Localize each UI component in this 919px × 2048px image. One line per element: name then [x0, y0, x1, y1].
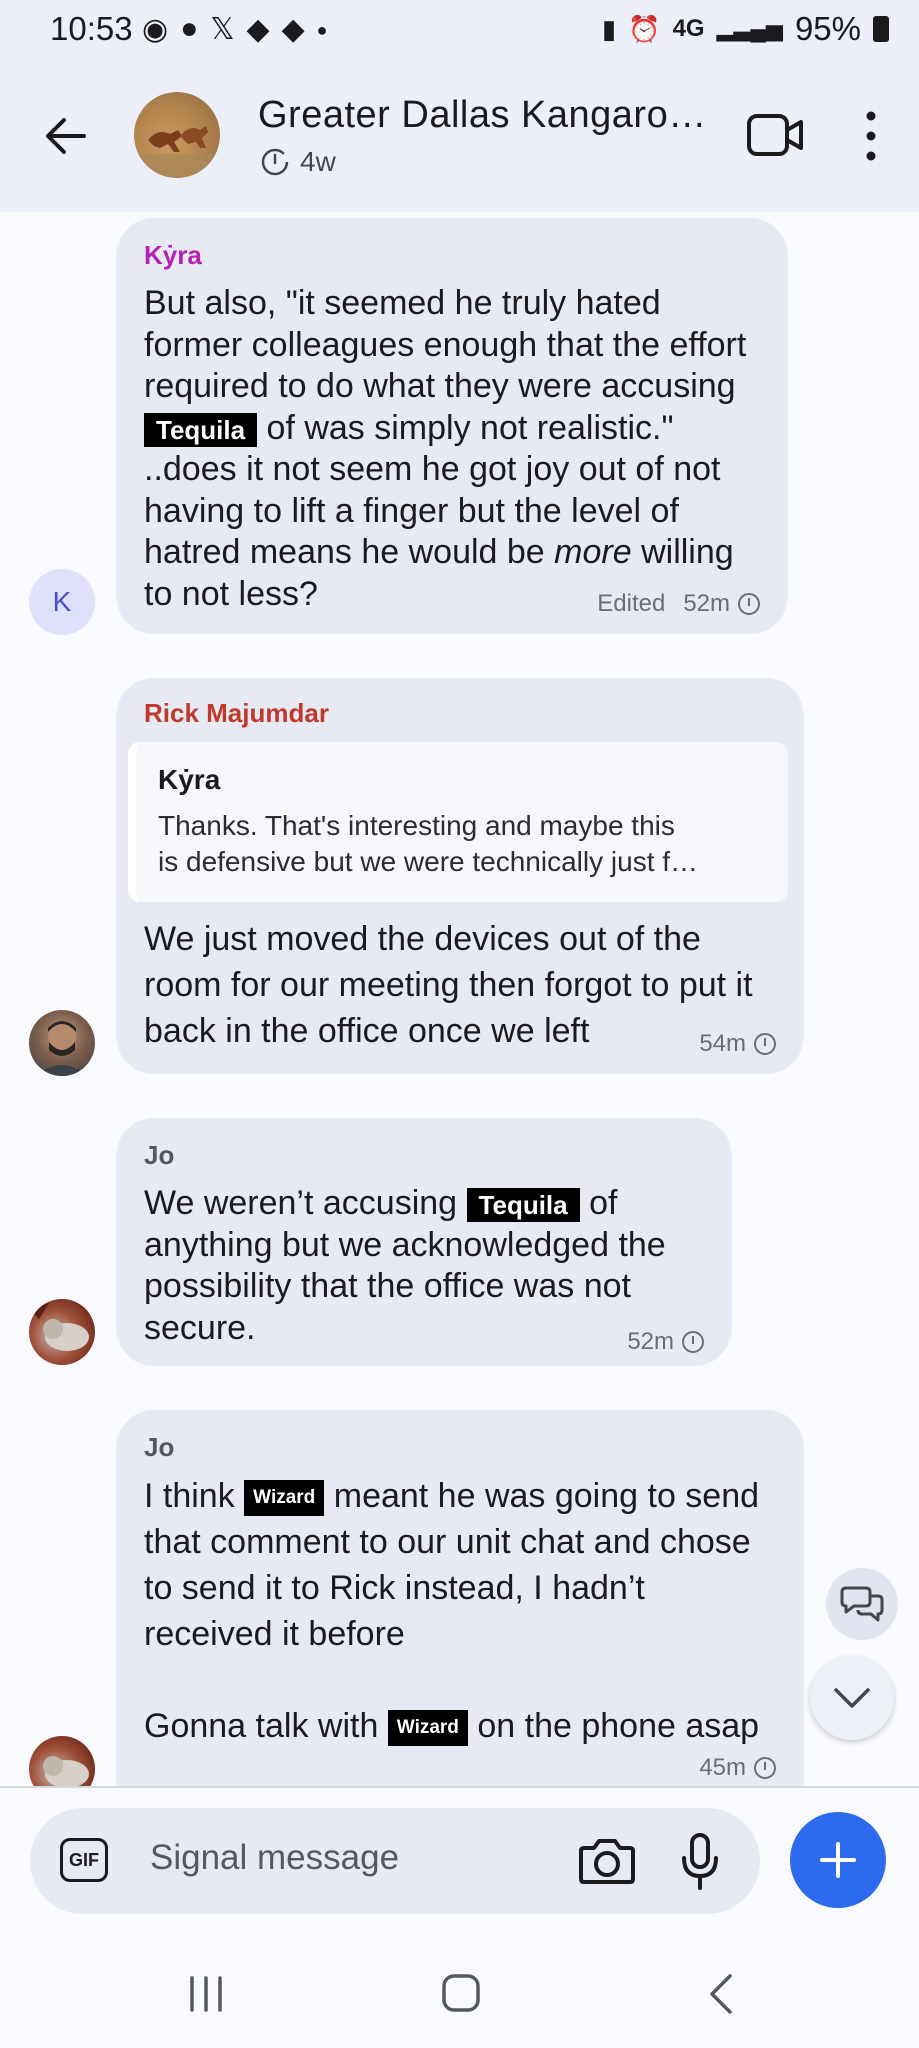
quoted-message[interactable]: Kẏra Thanks. That's interesting and mayb…	[128, 742, 788, 902]
camera-icon[interactable]	[578, 1836, 636, 1886]
notification-icons: ◉ ● 𝕏 ◆ ◆ ●	[142, 12, 328, 48]
back-nav-icon[interactable]	[706, 1972, 736, 2016]
message-text: We just moved the devices out of the roo…	[144, 920, 753, 1050]
message-meta: 54m	[699, 1030, 776, 1058]
battery-percent: 95%	[794, 10, 861, 47]
message-time: 52m	[683, 590, 730, 617]
conversation-title[interactable]: Greater Dallas Kangaro…	[258, 94, 707, 137]
vibrate-icon: ▮	[601, 13, 617, 44]
message-meta: Edited 52m	[597, 590, 760, 618]
avatar-jo[interactable]	[29, 1299, 95, 1365]
signal-app-icon: ◉	[142, 13, 169, 46]
message-bubble-kyra[interactable]: Kẏra But also, "it seemed he truly hated…	[116, 218, 788, 634]
sender-name: Kẏra	[144, 240, 202, 270]
chat-bubbles-icon	[840, 1586, 884, 1622]
message-composer[interactable]: GIF Signal message	[30, 1808, 760, 1914]
attach-plus-button[interactable]	[790, 1812, 886, 1908]
redacted-name: Wizard	[244, 1480, 325, 1517]
disappearing-timer-icon	[754, 1757, 776, 1779]
alarm-icon: ⏰	[628, 13, 661, 44]
message-meta: 45m	[699, 1754, 776, 1782]
chevron-down-icon	[834, 1688, 870, 1708]
status-right: ▮ ⏰ 4G ▂▃▄▅ 95%	[602, 10, 889, 48]
disappearing-timer-icon	[754, 1033, 776, 1055]
plus-icon	[820, 1842, 856, 1878]
x-icon: 𝕏	[210, 13, 235, 46]
game-icon: ◆	[246, 13, 270, 46]
redacted-name: Wizard	[387, 1710, 468, 1747]
message-bubble-rick[interactable]: Rick Majumdar Kẏra Thanks. That's intere…	[116, 678, 804, 1074]
more-options-icon[interactable]	[856, 108, 886, 164]
quoted-author: Kẏra	[158, 764, 221, 795]
message-text: We weren’t accusing Tequila of anything …	[144, 1184, 666, 1347]
battery-icon	[873, 16, 889, 42]
quick-reply-button[interactable]	[826, 1568, 898, 1640]
sender-name: Jo	[144, 1432, 175, 1462]
message-bubble-jo[interactable]: Jo We weren’t accusing Tequila of anythi…	[116, 1118, 732, 1366]
message-bubble-jo[interactable]: Jo I think Wizard meant he was going to …	[116, 1410, 804, 1786]
redacted-name: Tequila	[466, 1188, 580, 1223]
microphone-icon[interactable]	[680, 1832, 720, 1890]
gif-button[interactable]: GIF	[60, 1838, 108, 1882]
edited-label[interactable]: Edited	[597, 590, 665, 618]
disappearing-timer: 4w	[260, 146, 336, 178]
disappearing-timer-icon	[682, 1331, 704, 1353]
home-icon[interactable]	[440, 1972, 482, 2014]
message-time: 52m	[627, 1328, 674, 1355]
message-text: But also, "it seemed he truly hated form…	[144, 284, 747, 613]
sender-name: Rick Majumdar	[144, 698, 329, 728]
avatar-jo[interactable]	[29, 1736, 95, 1786]
back-arrow-icon[interactable]	[38, 108, 94, 164]
timer-icon	[261, 148, 289, 176]
chat-icon: ●	[180, 12, 199, 45]
network-label: 4G	[672, 15, 705, 42]
signal-strength-icon: ▂▃▄▅	[716, 16, 783, 41]
video-call-icon[interactable]	[746, 110, 804, 160]
dot-icon: ●	[316, 20, 328, 40]
system-navigation-bar	[0, 1940, 919, 2048]
message-time: 54m	[699, 1030, 746, 1057]
message-text: I think Wizard meant he was going to sen…	[144, 1477, 760, 1747]
message-meta: 52m	[627, 1328, 704, 1356]
avatar-rick[interactable]	[29, 1010, 95, 1076]
quoted-text-line: is defensive but we were technically jus…	[158, 846, 699, 877]
conversation-header: Greater Dallas Kangaro… 4w	[0, 64, 919, 212]
message-time: 45m	[699, 1754, 746, 1781]
game-icon: ◆	[281, 13, 305, 46]
timer-label: 4w	[300, 146, 336, 177]
quoted-text-line: Thanks. That's interesting and maybe thi…	[158, 810, 675, 841]
scroll-to-bottom-button[interactable]	[810, 1656, 894, 1740]
recent-apps-icon[interactable]	[186, 1974, 226, 2014]
message-list[interactable]: K Kẏra But also, "it seemed he truly hat…	[0, 212, 919, 1786]
disappearing-timer-icon	[738, 593, 760, 615]
avatar-kyra[interactable]: K	[29, 569, 95, 635]
status-bar: 10:53 ◉ ● 𝕏 ◆ ◆ ● ▮ ⏰ 4G ▂▃▄▅ 95%	[0, 0, 919, 64]
composer-divider	[0, 1786, 919, 1788]
group-avatar[interactable]	[134, 92, 220, 178]
sender-name: Jo	[144, 1140, 175, 1170]
message-input[interactable]: Signal message	[150, 1838, 399, 1878]
redacted-name: Tequila	[144, 412, 258, 447]
status-time: 10:53	[50, 10, 133, 47]
